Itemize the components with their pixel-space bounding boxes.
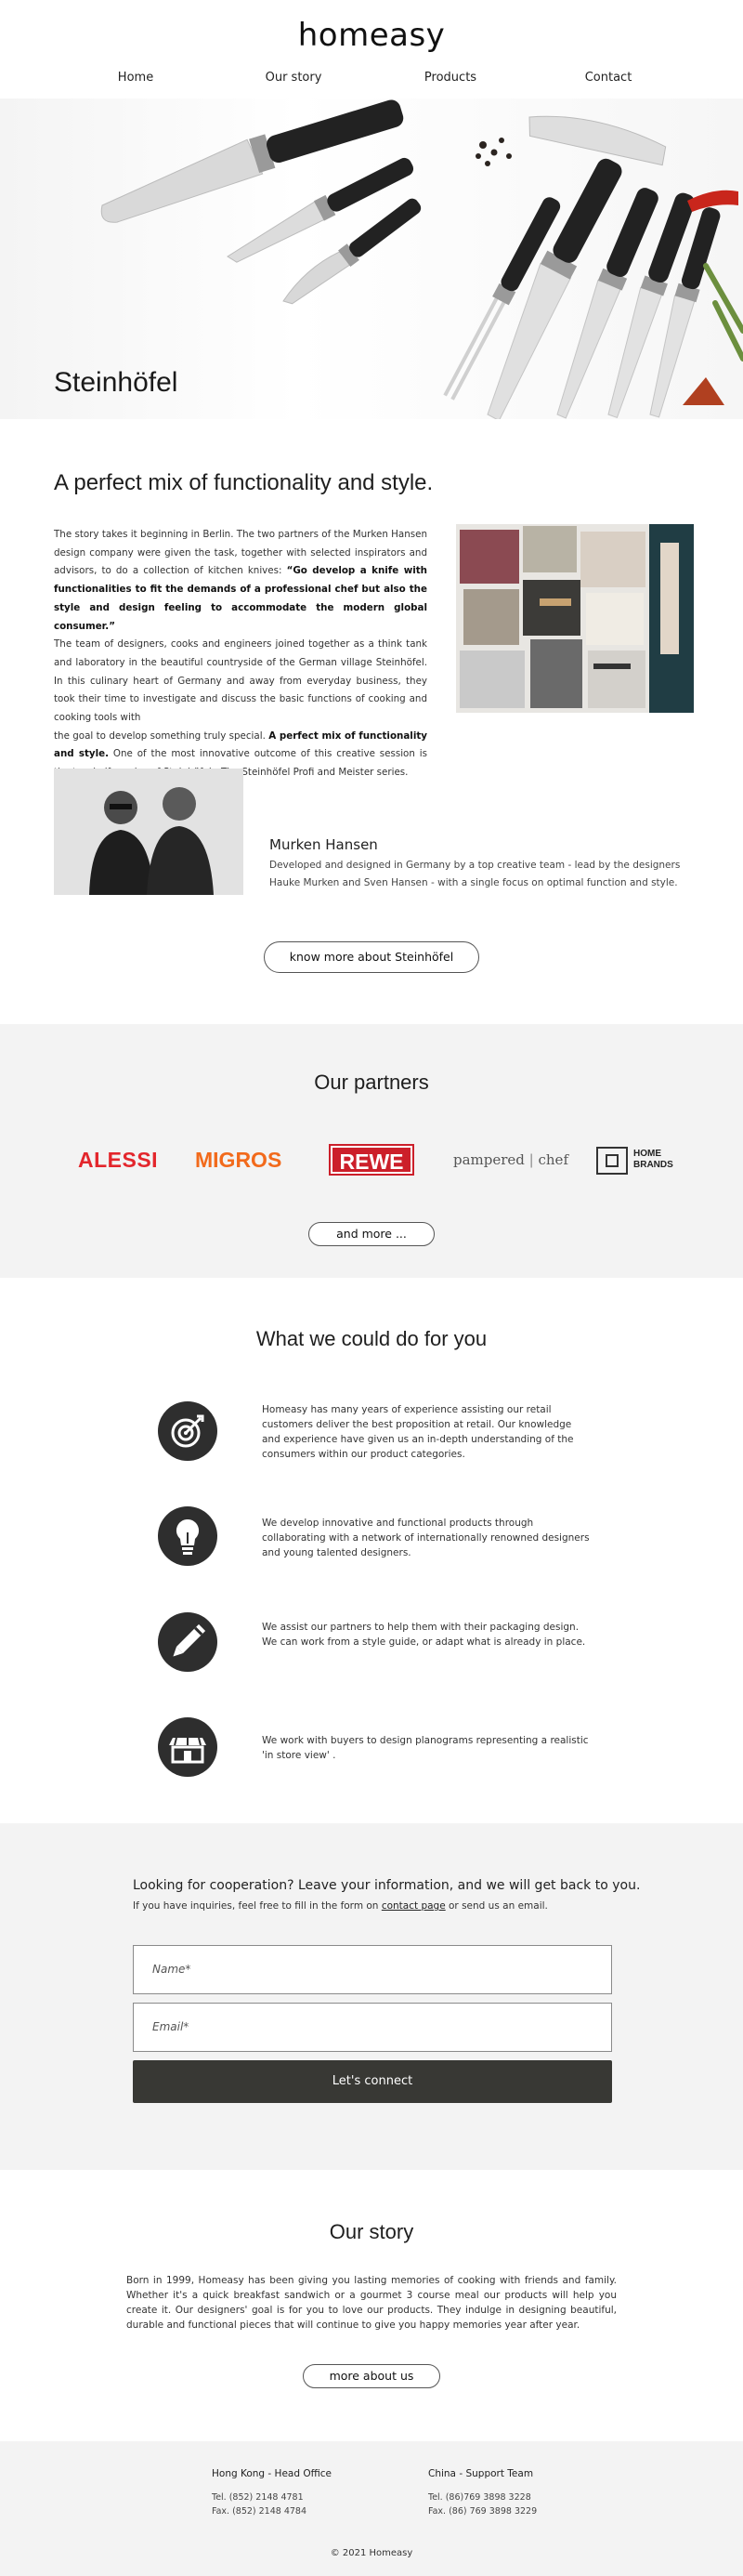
design-collage-image (456, 524, 694, 713)
nav-our-story[interactable]: Our story (266, 71, 322, 85)
home-brands-icon (596, 1147, 628, 1175)
our-story-text: Born in 1999, Homeasy has been giving yo… (126, 2275, 617, 2331)
hero-title: Steinhöfel (54, 367, 178, 398)
footer-china-title: China - Support Team (428, 2468, 534, 2479)
service-text-2: We develop innovative and functional pro… (262, 1518, 590, 1558)
partners-title: Our partners (314, 1071, 429, 1094)
service-text-3: We assist our partners to help them with… (262, 1622, 586, 1648)
footer-china-fax: Fax. (86) 769 3898 3229 (428, 2506, 538, 2517)
story-p2-text: The team of designers, cooks and enginee… (54, 638, 427, 724)
know-more-steinhofel-button[interactable]: know more about Steinhöfel (264, 941, 479, 973)
partner-logo-migros: MIGROS (195, 1148, 282, 1172)
intro-story-text: The story takes it beginning in Berlin. … (54, 526, 427, 782)
contact-sub-end: or send us an email. (445, 1900, 548, 1912)
name-field[interactable]: Name* (133, 1945, 612, 1994)
story-p3-text: the goal to develop something truly spec… (54, 729, 269, 742)
site-logo[interactable]: homeasy (0, 17, 743, 54)
chef-text: chef (538, 1151, 569, 1168)
pampered-text: pampered (453, 1151, 525, 1168)
target-icon (158, 1401, 217, 1461)
designers-name: Murken Hansen (269, 836, 378, 853)
designers-description: Developed and designed in Germany by a t… (269, 860, 681, 888)
nav-home[interactable]: Home (118, 71, 153, 85)
home-text: HOME (633, 1149, 661, 1159)
nav-products[interactable]: Products (424, 71, 476, 85)
our-story-title: Our story (329, 2220, 414, 2243)
footer-hk-tel: Tel. (852) 2148 4781 (212, 2492, 304, 2503)
footer-hk-title: Hong Kong - Head Office (212, 2468, 332, 2479)
footer-china-tel: Tel. (86)769 3898 3228 (428, 2492, 531, 2503)
lets-connect-button[interactable]: Let's connect (133, 2060, 612, 2103)
more-partners-button[interactable]: and more ... (308, 1222, 435, 1246)
pencil-icon (158, 1612, 217, 1672)
main-nav: Home Our story Products Contact (0, 71, 743, 89)
partner-logo-home-brands: HOME BRANDS (633, 1149, 673, 1171)
contact-sub-text: If you have inquiries, feel free to fill… (133, 1900, 382, 1912)
contact-page-link[interactable]: contact page (382, 1900, 446, 1912)
more-about-us-button[interactable]: more about us (303, 2364, 440, 2388)
service-text-4: We work with buyers to design planograms… (262, 1735, 589, 1761)
email-field[interactable]: Email* (133, 2003, 612, 2052)
brands-text: BRANDS (633, 1160, 673, 1170)
footer-hk-fax: Fax. (852) 2148 4784 (212, 2506, 307, 2517)
lightbulb-icon (158, 1506, 217, 1566)
contact-section (0, 1823, 743, 2170)
partner-logo-pampered-chef: pampered | chef (453, 1151, 568, 1168)
partner-logo-rewe: REWE (329, 1144, 414, 1176)
contact-heading: Looking for cooperation? Leave your info… (133, 1878, 641, 1893)
designers-photo (54, 769, 243, 895)
storefront-icon (158, 1717, 217, 1777)
intro-heading: A perfect mix of functionality and style… (54, 470, 434, 495)
copyright: © 2021 Homeasy (330, 2548, 413, 2558)
services-title: What we could do for you (255, 1327, 488, 1350)
partner-logo-alessi: ALESSI (78, 1148, 159, 1172)
contact-subtext: If you have inquiries, feel free to fill… (133, 1900, 548, 1912)
service-text-1: Homeasy has many years of experience ass… (262, 1404, 574, 1460)
nav-contact[interactable]: Contact (585, 71, 632, 85)
